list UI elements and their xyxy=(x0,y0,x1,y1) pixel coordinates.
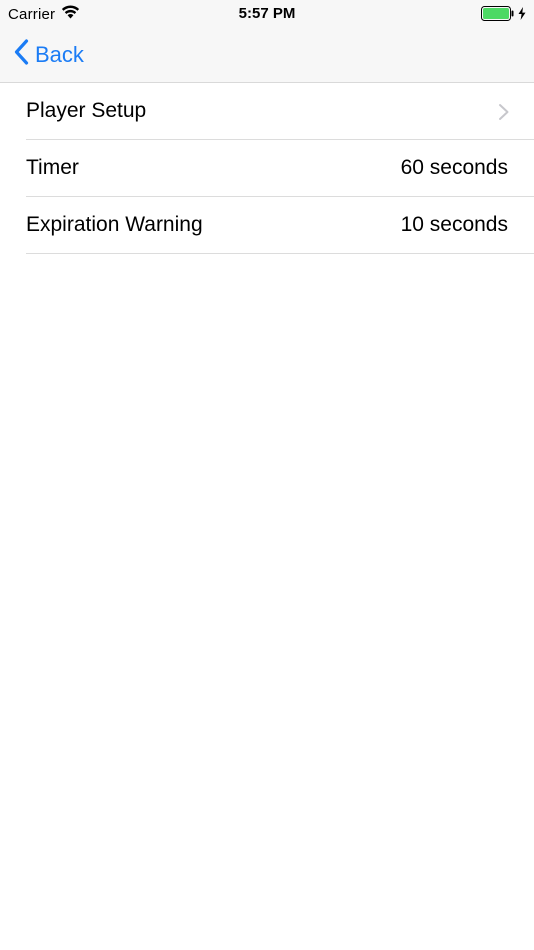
battery-icon xyxy=(481,6,515,25)
settings-row-value: 60 seconds xyxy=(400,156,508,179)
chevron-left-icon xyxy=(14,39,29,71)
back-button[interactable]: Back xyxy=(14,38,84,72)
charging-bolt-icon xyxy=(518,7,526,24)
status-bar: Carrier 5:57 PM xyxy=(0,0,534,28)
settings-row-label: Player Setup xyxy=(26,99,147,122)
settings-list: Player Setup Timer 60 seconds Expiration… xyxy=(0,83,534,254)
settings-row-timer[interactable]: Timer 60 seconds xyxy=(26,140,534,197)
back-button-label: Back xyxy=(35,42,84,67)
battery-status xyxy=(481,6,526,25)
navigation-bar: Back xyxy=(0,28,534,83)
status-time: 5:57 PM xyxy=(238,5,296,22)
settings-row-label: Expiration Warning xyxy=(26,213,203,236)
chevron-right-icon xyxy=(498,103,510,121)
settings-row-player-setup[interactable]: Player Setup xyxy=(26,83,534,140)
settings-row-value: 10 seconds xyxy=(400,213,508,236)
settings-row-label: Timer xyxy=(26,156,79,179)
settings-row-expiration-warning[interactable]: Expiration Warning 10 seconds xyxy=(26,197,534,254)
